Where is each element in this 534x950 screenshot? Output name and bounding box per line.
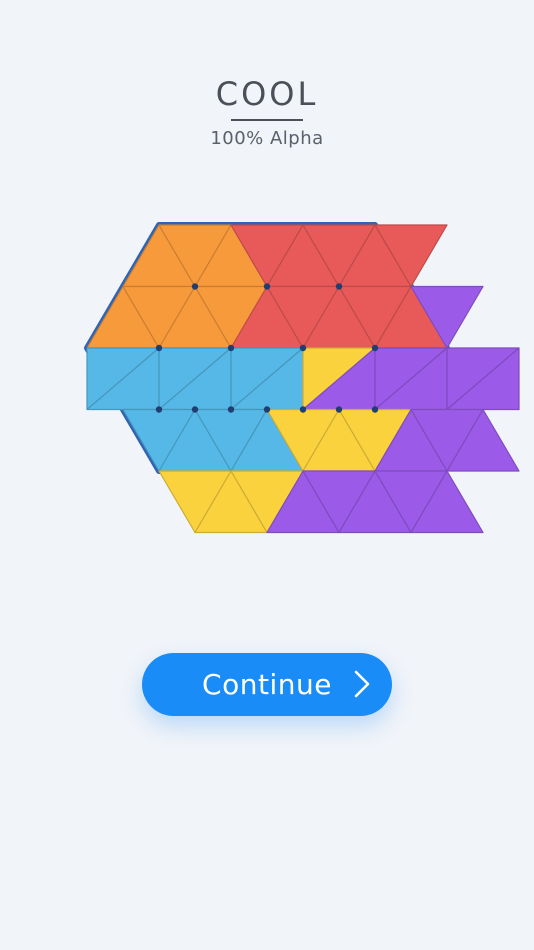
puzzle-board [84,222,520,534]
board-tiles [86,224,520,534]
grid-node [155,344,163,352]
grid-node [155,406,163,413]
grid-node [371,406,379,413]
grid-node [263,283,271,290]
chevron-right-icon [354,670,370,698]
grid-node [335,283,343,290]
grid-node [227,344,235,352]
grid-node [263,406,271,413]
grid-node [191,406,199,413]
grid-node [335,406,343,413]
grid-node [299,406,307,413]
grid-node [227,406,235,413]
grid-node [191,283,199,290]
grid-node [299,344,307,352]
grid-node [371,344,379,352]
